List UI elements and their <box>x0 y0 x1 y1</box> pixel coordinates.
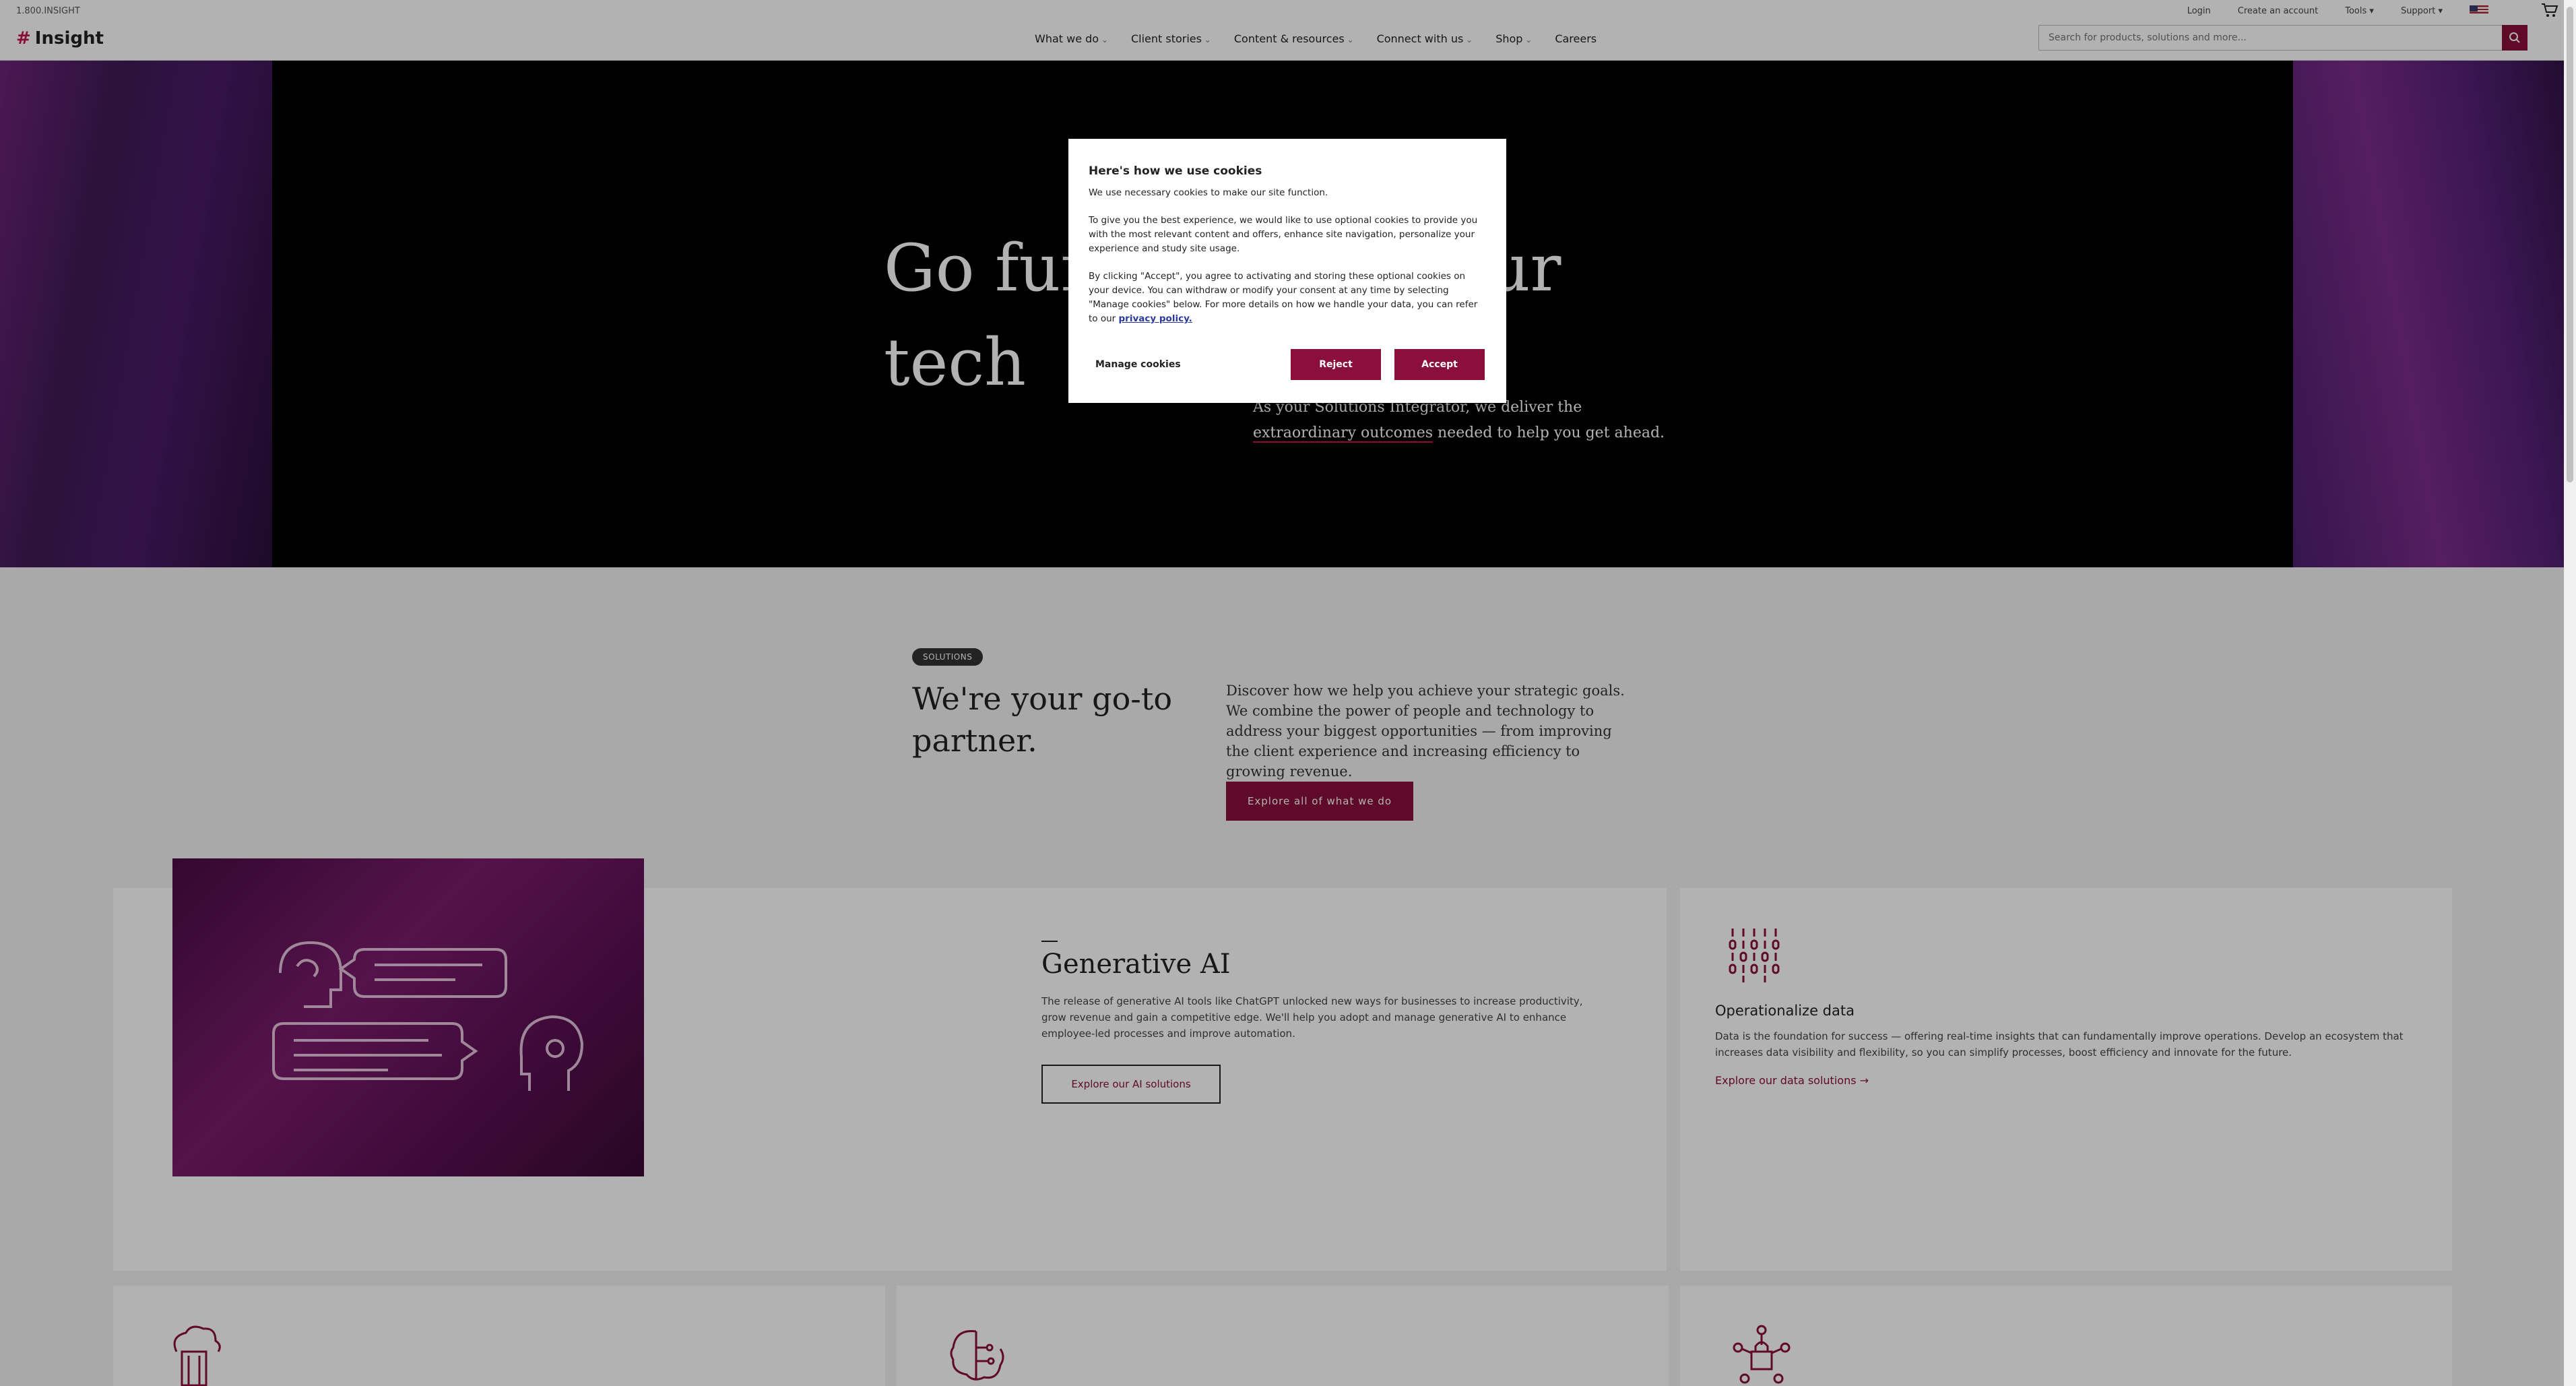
cookie-dialog-title: Here's how we use cookies <box>1089 164 1262 178</box>
page-scrollbar[interactable] <box>2564 0 2576 1386</box>
accept-button[interactable]: Accept <box>1394 349 1485 380</box>
cookie-consent-dialog: Here's how we use cookies We use necessa… <box>1068 139 1506 403</box>
cookie-consent-text: By clicking "Accept", you agree to activ… <box>1089 270 1486 326</box>
cookie-optional-text: To give you the best experience, we woul… <box>1089 215 1478 254</box>
scrollbar-thumb[interactable] <box>2567 7 2573 482</box>
cookie-actions: Manage cookies Reject Accept <box>1095 349 1486 380</box>
cookie-necessary-text: We use necessary cookies to make our sit… <box>1089 187 1328 198</box>
privacy-policy-link[interactable]: privacy policy. <box>1119 313 1192 324</box>
reject-button[interactable]: Reject <box>1291 349 1381 380</box>
manage-cookies-button[interactable]: Manage cookies <box>1095 349 1181 380</box>
